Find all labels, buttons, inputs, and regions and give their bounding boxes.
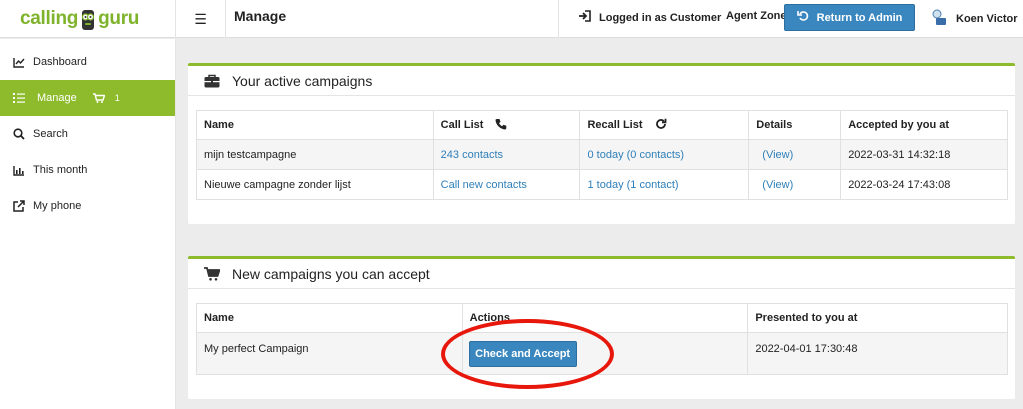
active-campaigns-table: Name Call List Recall List Details Accep… — [196, 110, 1008, 200]
sidebar-item-label: Dashboard — [33, 56, 87, 68]
table-row: mijn testcampagne 243 contacts 0 today (… — [196, 139, 1008, 170]
sidebar-item-this-month[interactable]: This month — [0, 152, 175, 188]
chart-line-icon — [12, 57, 26, 68]
call-list-link[interactable]: 243 contacts — [441, 149, 503, 161]
phone-icon — [495, 118, 507, 133]
col-header-accepted: Accepted by you at — [840, 110, 1008, 140]
col-header-call-list-label: Call List — [440, 119, 484, 131]
col-header-call-list: Call List — [432, 110, 581, 140]
logo-text-right: guru — [98, 8, 140, 29]
user-name: Koen Victor — [956, 12, 1018, 25]
table-header-row: Name Actions Presented to you at — [196, 303, 1008, 333]
panel-title: New campaigns you can accept — [232, 265, 430, 282]
sidebar-item-label: Search — [33, 128, 68, 140]
campaign-name: My perfect Campaign — [196, 332, 463, 375]
return-to-admin-button[interactable]: Return to Admin — [784, 4, 915, 31]
logo-text-left: calling — [20, 8, 79, 29]
logo[interactable]: calling guru — [0, 0, 176, 38]
refresh-icon — [655, 118, 667, 133]
view-details-link[interactable]: (View) — [762, 179, 793, 191]
sidebar-item-my-phone[interactable]: My phone — [0, 188, 175, 224]
top-bar: calling guru ☰ Manage Logged in as Custo… — [0, 0, 1023, 38]
view-details-link[interactable]: (View) — [762, 149, 793, 161]
col-header-recall-list-label: Recall List — [587, 119, 643, 131]
sidebar-item-label: My phone — [33, 200, 82, 212]
panel-title: Your active campaigns — [232, 72, 373, 89]
col-header-details: Details — [748, 110, 842, 140]
campaign-name: Nieuwe campagne zonder lijst — [196, 169, 434, 200]
header-divider — [558, 0, 559, 38]
cart-count-badge: 1 — [114, 93, 120, 103]
sign-in-icon — [578, 10, 591, 25]
user-menu[interactable]: Koen Victor — [930, 8, 1018, 29]
sidebar-item-manage[interactable]: Manage 1 — [0, 80, 175, 116]
new-campaigns-panel: New campaigns you can accept Name Action… — [188, 256, 1015, 399]
col-header-recall-list: Recall List — [579, 110, 750, 140]
sidebar-item-label: Manage — [37, 92, 77, 104]
hamburger-icon: ☰ — [194, 10, 207, 27]
accepted-at: 2022-03-24 17:43:08 — [840, 169, 1008, 200]
active-campaigns-panel: Your active campaigns Name Call List Rec… — [188, 63, 1015, 224]
sidebar: Dashboard Manage 1 Search This month My … — [0, 39, 176, 409]
search-icon — [12, 128, 26, 140]
call-list-link[interactable]: Call new contacts — [441, 179, 527, 191]
accepted-at: 2022-03-31 14:32:18 — [840, 139, 1008, 170]
table-row: Nieuwe campagne zonder lijst Call new co… — [196, 169, 1008, 200]
col-header-actions: Actions — [461, 303, 749, 333]
recall-list-link[interactable]: 1 today (1 contact) — [587, 179, 678, 191]
table-row: My perfect Campaign Check and Accept 202… — [196, 332, 1008, 375]
campaign-name: mijn testcampagne — [196, 139, 434, 170]
cart-icon — [204, 266, 220, 281]
col-header-name: Name — [196, 110, 434, 140]
table-header-row: Name Call List Recall List Details Accep… — [196, 110, 1008, 140]
presented-at: 2022-04-01 17:30:48 — [747, 332, 1008, 375]
active-campaigns-header: Your active campaigns — [188, 66, 1015, 96]
col-header-presented: Presented to you at — [747, 303, 1008, 333]
cart-icon — [92, 93, 105, 103]
new-campaigns-table: Name Actions Presented to you at My perf… — [196, 303, 1008, 375]
menu-toggle-button[interactable]: ☰ — [176, 0, 226, 38]
mascot-icon — [79, 9, 97, 31]
sidebar-item-search[interactable]: Search — [0, 116, 175, 152]
undo-icon — [796, 10, 809, 25]
logged-in-label: Logged in as Customer — [599, 11, 722, 24]
list-icon — [12, 93, 26, 103]
page-title: Manage — [234, 8, 287, 24]
check-and-accept-button[interactable]: Check and Accept — [468, 340, 577, 367]
briefcase-icon — [204, 74, 220, 88]
col-header-name: Name — [196, 303, 463, 333]
sidebar-item-dashboard[interactable]: Dashboard — [0, 44, 175, 80]
sidebar-item-label: This month — [33, 164, 88, 176]
bar-chart-icon — [12, 165, 26, 176]
recall-list-link[interactable]: 0 today (0 contacts) — [587, 149, 684, 161]
new-campaigns-header: New campaigns you can accept — [188, 259, 1015, 289]
user-avatar-icon — [930, 8, 948, 29]
logged-in-link[interactable]: Logged in as Customer — [578, 10, 721, 25]
agent-zone-link[interactable]: Agent Zone — [726, 10, 787, 22]
external-link-icon — [12, 200, 26, 212]
return-to-admin-label: Return to Admin — [816, 11, 903, 24]
